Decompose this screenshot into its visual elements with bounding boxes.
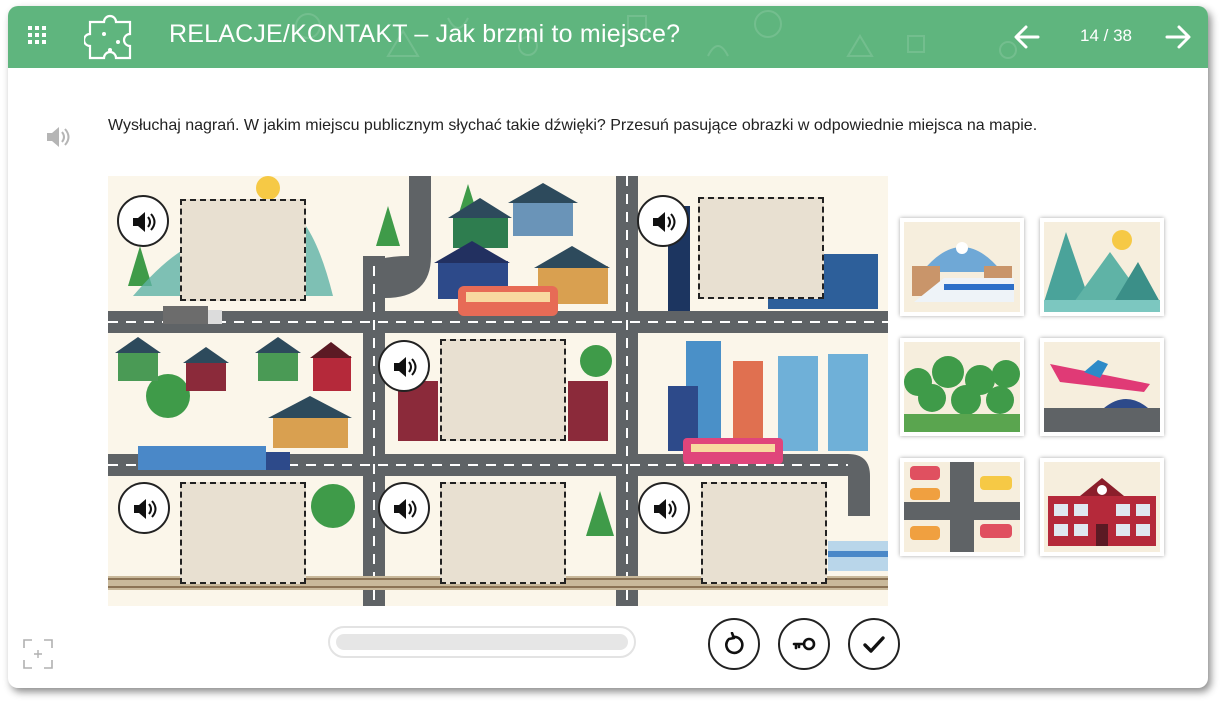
tile-train-station[interactable] <box>900 218 1024 316</box>
train-station-icon <box>904 222 1020 312</box>
play-sound-button-6[interactable] <box>638 482 690 534</box>
play-sound-button-1[interactable] <box>117 195 169 247</box>
play-sound-button-5[interactable] <box>378 482 430 534</box>
speaker-icon <box>654 499 677 519</box>
check-icon <box>863 636 885 653</box>
progress-track <box>336 634 628 650</box>
drop-slot-4[interactable] <box>180 482 306 584</box>
tile-parking[interactable] <box>900 458 1024 556</box>
page-counter: 14 / 38 <box>1080 26 1132 45</box>
school-building-icon <box>1044 462 1160 552</box>
play-sound-button-3[interactable] <box>378 340 430 392</box>
fullscreen-icon[interactable] <box>22 638 54 670</box>
forest-icon <box>904 342 1020 432</box>
check-button[interactable] <box>848 618 900 670</box>
speaker-icon <box>653 212 676 232</box>
play-sound-button-4[interactable] <box>118 482 170 534</box>
page-title: RELACJE/KONTAKT – Jak brzmi to miejsce? <box>169 20 681 48</box>
arrow-right-icon[interactable] <box>1163 22 1193 52</box>
speaker-icon <box>394 499 417 519</box>
speaker-icon <box>133 212 156 232</box>
drop-slot-3[interactable] <box>440 339 566 441</box>
drop-slot-1[interactable] <box>180 199 306 301</box>
town-map <box>108 176 888 606</box>
puzzle-icon <box>84 14 132 60</box>
reset-button[interactable] <box>708 618 760 670</box>
tile-forest[interactable] <box>900 338 1024 436</box>
show-answer-button[interactable] <box>778 618 830 670</box>
tile-school[interactable] <box>1040 458 1164 556</box>
mountains-icon <box>1044 222 1160 312</box>
tile-mountains[interactable] <box>1040 218 1164 316</box>
menu-button[interactable] <box>28 26 50 48</box>
drop-slot-5[interactable] <box>440 482 566 584</box>
speaker-icon[interactable] <box>44 124 72 150</box>
airplane-icon <box>1044 342 1160 432</box>
reset-icon <box>725 632 744 655</box>
exercise-card: RELACJE/KONTAKT – Jak brzmi to miejsce? … <box>8 6 1208 688</box>
drop-slot-2[interactable] <box>698 197 824 299</box>
speaker-icon <box>394 357 417 377</box>
speaker-icon <box>134 499 157 519</box>
parking-lot-icon <box>904 462 1020 552</box>
key-icon <box>792 637 816 651</box>
drop-slot-6[interactable] <box>701 482 827 584</box>
tile-airport[interactable] <box>1040 338 1164 436</box>
header-bar: RELACJE/KONTAKT – Jak brzmi to miejsce? … <box>8 6 1208 68</box>
progress-bar <box>328 626 636 658</box>
arrow-left-icon[interactable] <box>1012 22 1042 52</box>
instruction-text: Wysłuchaj nagrań. W jakim miejscu public… <box>108 117 1038 134</box>
play-sound-button-2[interactable] <box>637 195 689 247</box>
